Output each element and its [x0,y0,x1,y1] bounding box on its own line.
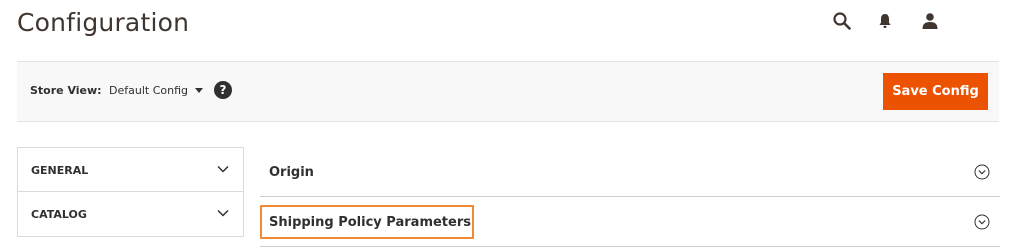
sidebar-item-label: GENERAL [31,164,89,177]
store-switcher-bar: Store View: Default Config ? Save Config [17,61,999,122]
sidebar-item-label: CATALOG [31,208,87,221]
config-sidebar: GENERAL CATALOG [17,147,244,237]
sidebar-item-general[interactable]: GENERAL [18,148,243,192]
store-view-label: Store View: [30,84,102,97]
search-icon[interactable] [831,10,853,32]
sidebar-item-catalog[interactable]: CATALOG [18,192,243,236]
section-title: Shipping Policy Parameters [269,215,471,230]
section-title: Origin [269,165,314,180]
chevron-down-icon [217,165,229,173]
section-shipping-policy-parameters[interactable]: Shipping Policy Parameters [260,197,1000,247]
bell-icon[interactable] [874,10,896,32]
page-title: Configuration [17,8,190,37]
expand-circle-icon [974,214,990,230]
expand-circle-icon [974,164,990,180]
help-icon[interactable]: ? [214,81,232,99]
save-config-button[interactable]: Save Config [883,73,988,110]
caret-down-icon [194,88,203,93]
chevron-down-icon [217,209,229,217]
config-sections: Origin Shipping Policy Parameters [260,147,1000,247]
store-view-dropdown[interactable]: Default Config [109,84,203,97]
user-icon[interactable] [919,10,941,32]
store-view-value: Default Config [109,84,188,97]
section-origin[interactable]: Origin [260,147,1000,197]
